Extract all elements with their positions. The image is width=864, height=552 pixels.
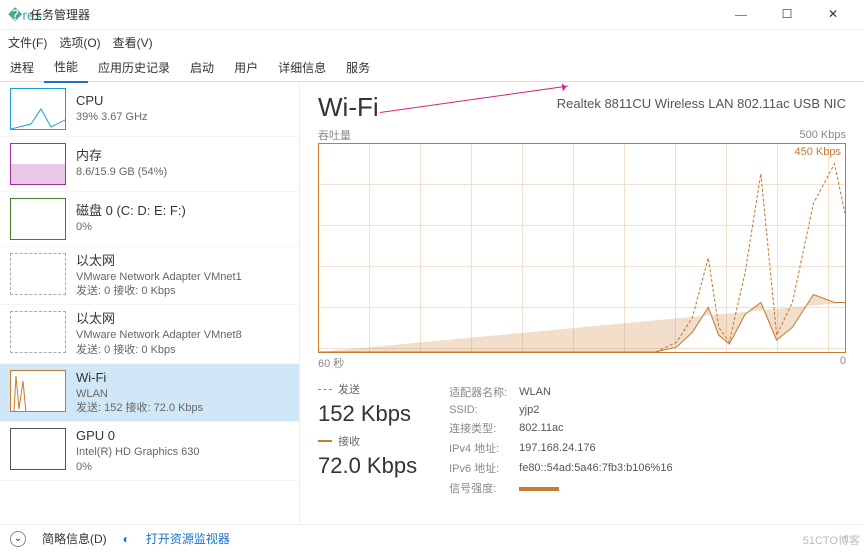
- tab-services[interactable]: 服务: [336, 53, 380, 82]
- minimize-button[interactable]: —: [718, 0, 764, 30]
- eth2-thumb: [10, 311, 66, 353]
- sidebar-item-eth1[interactable]: 以太网VMware Network Adapter VMnet1发送: 0 接收…: [0, 247, 299, 305]
- sidebar-item-disk[interactable]: 磁盘 0 (C: D: E: F:)0%: [0, 192, 299, 247]
- maximize-button[interactable]: ☐: [764, 0, 810, 30]
- cpu-thumb: [10, 88, 66, 130]
- watermark: 51CTO博客: [803, 532, 860, 548]
- eth1-sub: VMware Network Adapter VMnet1: [76, 270, 242, 284]
- prop-conn-type: 连接类型:802.11ac: [449, 419, 683, 437]
- menu-bar: 文件(F) 选项(O) 查看(V): [0, 30, 864, 54]
- throughput-chart: 450 Kbps: [318, 143, 846, 353]
- main-panel: Wi-Fi Realtek 8811CU Wireless LAN 802.11…: [300, 82, 864, 524]
- footer-bar: ⌄ 简略信息(D) ◐ 打开资源监视器: [0, 524, 864, 552]
- wifi-thumb: [10, 370, 66, 412]
- menu-view[interactable]: 查看(V): [113, 34, 153, 51]
- prop-ssid: SSID:yjp2: [449, 403, 683, 417]
- send-value: 152 Kbps: [318, 401, 417, 427]
- eth1-thumb: [10, 253, 66, 295]
- throughput-numbers: 发送 152 Kbps 接收 72.0 Kbps: [318, 381, 417, 499]
- eth2-sub2: 发送: 0 接收: 0 Kbps: [76, 343, 242, 357]
- send-legend-icon: [318, 389, 332, 390]
- gpu-sub2: 0%: [76, 460, 200, 474]
- collapse-icon[interactable]: ⌄: [10, 531, 26, 547]
- wifi-name: Wi-Fi: [76, 370, 203, 387]
- eth1-name: 以太网: [76, 253, 242, 270]
- open-resmon-link[interactable]: 打开资源监视器: [146, 530, 230, 547]
- prop-ipv6: IPv6 地址:fe80::54ad:5a46:7fb3:b106%16: [449, 459, 683, 477]
- chart-xleft: 60 秒: [318, 355, 344, 371]
- app-icon: �res: [8, 7, 24, 23]
- wifi-sub2: 发送: 152 接收: 72.0 Kbps: [76, 401, 203, 415]
- sidebar-item-cpu[interactable]: CPU39% 3.67 GHz: [0, 82, 299, 137]
- menu-file[interactable]: 文件(F): [8, 34, 47, 51]
- eth1-sub2: 发送: 0 接收: 0 Kbps: [76, 284, 242, 298]
- signal-bars-icon: [519, 487, 559, 491]
- tab-processes[interactable]: 进程: [0, 53, 44, 82]
- sidebar-item-memory[interactable]: 内存8.6/15.9 GB (54%): [0, 137, 299, 192]
- prop-adapter: 适配器名称:WLAN: [449, 383, 683, 401]
- cpu-name: CPU: [76, 93, 148, 110]
- tab-performance[interactable]: 性能: [44, 52, 88, 83]
- tab-app-history[interactable]: 应用历史记录: [88, 53, 180, 82]
- tab-users[interactable]: 用户: [224, 53, 268, 82]
- mem-name: 内存: [76, 148, 167, 165]
- gpu-thumb: [10, 428, 66, 470]
- fewer-details-link[interactable]: 简略信息(D): [42, 530, 107, 547]
- tab-details[interactable]: 详细信息: [268, 53, 336, 82]
- window-title: 任务管理器: [30, 6, 718, 23]
- resmon-icon: ◐: [123, 532, 130, 546]
- sidebar-item-gpu[interactable]: GPU 0Intel(R) HD Graphics 6300%: [0, 422, 299, 480]
- eth2-name: 以太网: [76, 311, 242, 328]
- send-label: 发送: [338, 381, 360, 397]
- cpu-sub: 39% 3.67 GHz: [76, 110, 148, 124]
- mem-sub: 8.6/15.9 GB (54%): [76, 165, 167, 179]
- menu-options[interactable]: 选项(O): [59, 34, 100, 51]
- tab-bar: 进程 性能 应用历史记录 启动 用户 详细信息 服务: [0, 54, 864, 82]
- adapter-name-full: Realtek 8811CU Wireless LAN 802.11ac USB…: [557, 96, 846, 111]
- sidebar-item-wifi[interactable]: Wi-FiWLAN发送: 152 接收: 72.0 Kbps: [0, 364, 299, 422]
- chart-xright: 0: [840, 355, 846, 371]
- prop-ipv4: IPv4 地址:197.168.24.176: [449, 439, 683, 457]
- prop-signal: 信号强度:: [449, 479, 683, 497]
- title-bar: �res 任务管理器 — ☐ ✕: [0, 0, 864, 30]
- sidebar-item-eth2[interactable]: 以太网VMware Network Adapter VMnet8发送: 0 接收…: [0, 305, 299, 363]
- performance-sidebar: CPU39% 3.67 GHz 内存8.6/15.9 GB (54%) 磁盘 0…: [0, 82, 300, 524]
- recv-value: 72.0 Kbps: [318, 453, 417, 479]
- wifi-sub: WLAN: [76, 387, 203, 401]
- recv-legend-icon: [318, 440, 332, 442]
- gpu-sub: Intel(R) HD Graphics 630: [76, 445, 200, 459]
- disk-thumb: [10, 198, 66, 240]
- tab-startup[interactable]: 启动: [180, 53, 224, 82]
- close-button[interactable]: ✕: [810, 0, 856, 30]
- recv-label: 接收: [338, 433, 360, 449]
- disk-name: 磁盘 0 (C: D: E: F:): [76, 203, 186, 220]
- chart-ymax: 500 Kbps: [318, 129, 846, 141]
- eth2-sub: VMware Network Adapter VMnet8: [76, 328, 242, 342]
- mem-thumb: [10, 143, 66, 185]
- connection-properties: 适配器名称:WLAN SSID:yjp2 连接类型:802.11ac IPv4 …: [447, 381, 685, 499]
- disk-sub: 0%: [76, 220, 186, 234]
- gpu-name: GPU 0: [76, 428, 200, 445]
